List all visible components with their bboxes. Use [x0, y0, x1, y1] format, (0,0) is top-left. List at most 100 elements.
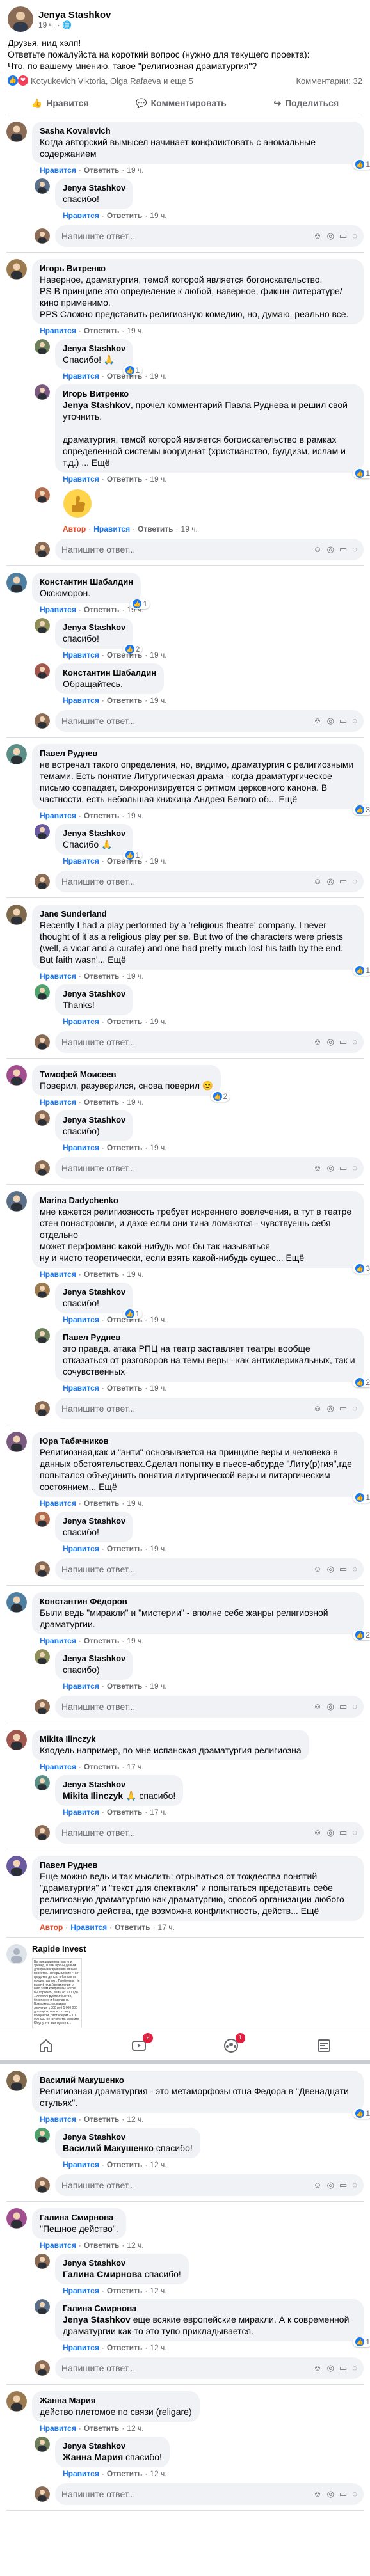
commenter-avatar[interactable]: [35, 1283, 50, 1298]
sticker-icon[interactable]: ◌: [352, 1403, 357, 1414]
reaction-badge[interactable]: 👍 1: [122, 365, 143, 375]
home-tab[interactable]: [37, 2037, 55, 2055]
commenter-avatar[interactable]: [35, 1512, 50, 1527]
comment-mention[interactable]: Jenya Stashkov: [63, 2314, 131, 2325]
comment-time[interactable]: 17 ч.: [158, 1923, 175, 1932]
gif-icon[interactable]: ▭: [339, 2489, 347, 2499]
comment-like-link[interactable]: Нравится: [63, 1808, 99, 1817]
commenter-avatar[interactable]: [35, 713, 50, 729]
comment-time[interactable]: 17 ч.: [127, 1762, 143, 1771]
reaction-badge[interactable]: 👍 1: [353, 468, 370, 478]
comment-author[interactable]: Константин Фёдоров: [40, 1597, 356, 1607]
gif-icon[interactable]: ▭: [339, 1828, 347, 1838]
comment-author[interactable]: Jenya Stashkov: [63, 1780, 175, 1790]
commenter-avatar[interactable]: [35, 487, 50, 503]
groups-tab[interactable]: 1: [222, 2032, 246, 2055]
camera-icon[interactable]: ◎: [327, 1828, 334, 1838]
comment-time[interactable]: 19 ч.: [127, 811, 143, 820]
gif-icon[interactable]: ▭: [339, 1702, 347, 1712]
comment-author[interactable]: Jenya Stashkov: [63, 2132, 193, 2142]
commenter-avatar[interactable]: [6, 1191, 27, 1212]
comment-author[interactable]: Jenya Stashkov: [63, 828, 125, 839]
comment-like-link[interactable]: Нравится: [63, 696, 99, 705]
news-tab[interactable]: [315, 2037, 333, 2055]
comments-count[interactable]: Комментарии: 32: [296, 76, 362, 86]
sticker-icon[interactable]: ◌: [352, 544, 357, 555]
video-tab[interactable]: 2: [130, 2032, 153, 2055]
comment-like-link[interactable]: Нравится: [63, 2469, 99, 2478]
comment-author[interactable]: Павел Руднев: [40, 748, 356, 759]
comment-author[interactable]: Игорь Витренко: [63, 389, 356, 399]
comment-reply-link[interactable]: Ответить: [107, 1808, 142, 1817]
comment-author[interactable]: Jenya Stashkov: [63, 183, 125, 193]
comment-author[interactable]: Jenya Stashkov: [63, 622, 125, 633]
comment-reply-link[interactable]: Ответить: [84, 1098, 119, 1107]
sticker-icon[interactable]: ◌: [352, 2489, 357, 2499]
comment-author[interactable]: Jenya Stashkov: [63, 1115, 125, 1125]
commenter-avatar[interactable]: [35, 984, 50, 1000]
ad-name[interactable]: Rapide Invest: [32, 1944, 364, 1954]
commenter-avatar[interactable]: [35, 1649, 50, 1664]
commenter-avatar[interactable]: [35, 228, 50, 244]
comment-time[interactable]: 12 ч.: [150, 2469, 166, 2478]
commenter-avatar[interactable]: [35, 2437, 50, 2452]
comment-reply-link[interactable]: Ответить: [84, 1499, 119, 1508]
emoji-icon[interactable]: ☺: [313, 1163, 321, 1173]
commenter-avatar[interactable]: [35, 1034, 50, 1050]
comment-like-link[interactable]: Нравится: [63, 372, 99, 381]
comment-reply-link[interactable]: Ответить: [107, 1682, 142, 1691]
commenter-avatar[interactable]: [35, 1775, 50, 1790]
emoji-icon[interactable]: ☺: [313, 716, 321, 726]
commenter-avatar[interactable]: [35, 1401, 50, 1416]
comment-author[interactable]: Павел Руднев: [63, 1332, 356, 1343]
comment-time[interactable]: 12 ч.: [150, 2343, 166, 2352]
commenter-avatar[interactable]: [6, 2391, 27, 2412]
camera-icon[interactable]: ◎: [327, 716, 334, 726]
reaction-badge[interactable]: 👍 1: [122, 850, 143, 860]
comment-author[interactable]: Jenya Stashkov: [63, 1287, 125, 1297]
comment-reply-link[interactable]: Ответить: [84, 1762, 119, 1771]
comment-reply-link[interactable]: Ответить: [107, 2469, 142, 2478]
comment-like-link[interactable]: Нравится: [63, 1315, 99, 1324]
camera-icon[interactable]: ◎: [327, 1163, 334, 1173]
comment-reply-link[interactable]: Ответить: [107, 475, 142, 484]
emoji-icon[interactable]: ☺: [313, 1702, 321, 1712]
comment-author[interactable]: Василий Макушенко: [40, 2075, 356, 2085]
emoji-icon[interactable]: ☺: [313, 2363, 321, 2373]
gif-icon[interactable]: ▭: [339, 876, 347, 887]
reaction-badge[interactable]: 👍 1: [130, 599, 150, 609]
comment-reply-link[interactable]: Ответить: [107, 1017, 142, 1026]
commenter-avatar[interactable]: [6, 1065, 27, 1086]
comment-like-link[interactable]: Нравится: [63, 1017, 99, 1026]
commenter-avatar[interactable]: [35, 1160, 50, 1176]
comment-like-link[interactable]: Нравится: [40, 1098, 76, 1107]
comment-author[interactable]: Игорь Витренко: [40, 264, 356, 274]
comment-like-link[interactable]: Нравится: [40, 1762, 76, 1771]
emoji-icon[interactable]: ☺: [313, 876, 321, 887]
reactions-text[interactable]: Kotyukevich Viktoria, Olga Rafaeva и еще…: [31, 76, 193, 86]
commenter-avatar[interactable]: [35, 542, 50, 557]
reaction-badge[interactable]: 👍 3: [353, 1263, 370, 1274]
comment-reply-link[interactable]: Ответить: [107, 211, 142, 220]
comment-like-link[interactable]: Нравится: [40, 2241, 76, 2250]
comment-time[interactable]: 19 ч.: [150, 1315, 166, 1324]
commenter-avatar[interactable]: [35, 1699, 50, 1714]
reaction-badge[interactable]: 👍 1: [353, 2337, 370, 2347]
comment-reply-link[interactable]: Ответить: [84, 811, 119, 820]
comment-time[interactable]: 19 ч.: [150, 651, 166, 660]
commenter-avatar[interactable]: [6, 905, 27, 925]
camera-icon[interactable]: ◎: [327, 231, 334, 241]
emoji-icon[interactable]: ☺: [313, 2489, 321, 2499]
comment-time[interactable]: 12 ч.: [127, 2115, 143, 2124]
ad-avatar[interactable]: [6, 1944, 27, 1964]
comment-author[interactable]: Константин Шабалдин: [40, 577, 133, 587]
commenter-avatar[interactable]: [6, 744, 27, 764]
gif-icon[interactable]: ▭: [339, 1163, 347, 1173]
comment-author[interactable]: Jenya Stashkov: [63, 989, 125, 999]
commenter-avatar[interactable]: [6, 1730, 27, 1750]
gif-icon[interactable]: ▭: [339, 544, 347, 555]
comment-author[interactable]: Jenya Stashkov: [63, 344, 125, 354]
comment-reply-link[interactable]: Ответить: [84, 1270, 119, 1279]
camera-icon[interactable]: ◎: [327, 1403, 334, 1414]
sticker-icon[interactable]: ◌: [352, 2363, 357, 2373]
